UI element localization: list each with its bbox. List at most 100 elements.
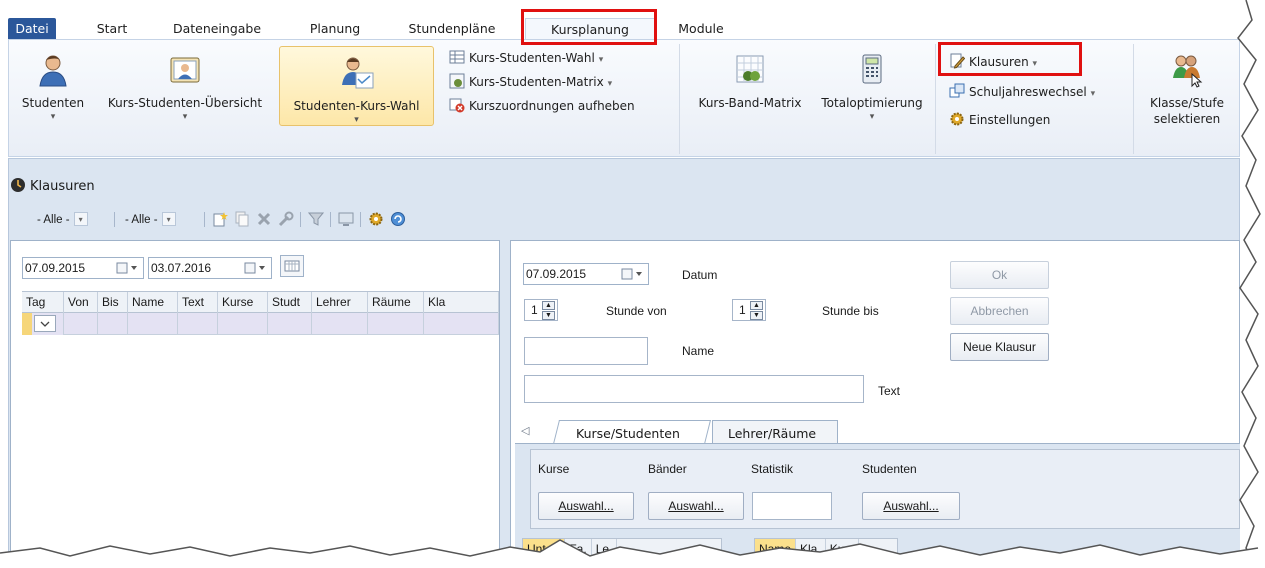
- schuljahreswechsel-label: Schuljahreswechsel: [969, 85, 1087, 99]
- ribbon-separator: [679, 44, 680, 154]
- new-icon[interactable]: [212, 211, 228, 227]
- column-header-text[interactable]: Text: [178, 292, 218, 313]
- grid-cell-tag[interactable]: [22, 313, 64, 335]
- column-header-raeume[interactable]: Räume: [368, 292, 424, 313]
- tab-module[interactable]: Module: [668, 18, 734, 40]
- kurs-band-matrix-button[interactable]: Kurs-Band-Matrix: [689, 44, 811, 128]
- refresh-icon[interactable]: [390, 211, 406, 227]
- baender-auswahl-button[interactable]: Auswahl...: [648, 492, 744, 520]
- calendar-icon: [284, 260, 300, 272]
- klausur-date-field[interactable]: 07.09.2015: [523, 263, 649, 285]
- calculator-icon: [862, 54, 882, 84]
- column-header-kurse[interactable]: Kurse: [218, 292, 268, 313]
- totaloptimierung-button[interactable]: Totaloptimierung ▾: [813, 44, 931, 128]
- filter-combo-2[interactable]: - Alle - ▾: [120, 209, 177, 229]
- grid-cell-kurse[interactable]: [218, 313, 268, 335]
- grid-cell-bis[interactable]: [98, 313, 128, 335]
- column-header-studt[interactable]: Studt: [268, 292, 312, 313]
- grid-cell-raeume[interactable]: [368, 313, 424, 335]
- date-to-field[interactable]: 03.07.2016: [148, 257, 272, 279]
- filter-icon[interactable]: [308, 211, 324, 227]
- chevron-down-icon: ▾: [1090, 89, 1096, 99]
- column-header-tag[interactable]: Tag: [22, 292, 64, 313]
- row-dropdown[interactable]: [34, 315, 56, 332]
- schuljahreswechsel-button[interactable]: Schuljahreswechsel ▾: [949, 82, 1095, 102]
- filter-combo-2-value: - Alle -: [125, 214, 158, 226]
- matrix-icon: [449, 73, 465, 89]
- band-matrix-icon: [736, 55, 764, 83]
- kurszuordnungen-aufheben-button[interactable]: Kurszuordnungen aufheben: [449, 96, 635, 116]
- column-header-le[interactable]: Le.: [592, 539, 618, 559]
- window-title-text: Klausuren: [30, 179, 95, 194]
- date-to-value: 03.07.2016: [151, 261, 212, 275]
- tab-start[interactable]: Start: [92, 18, 132, 40]
- kurs-studenten-uebersicht-button[interactable]: Kurs-Studenten-Übersicht ▾: [93, 44, 277, 128]
- grid-cell-text[interactable]: [178, 313, 218, 335]
- date-from-field[interactable]: 07.09.2015: [22, 257, 144, 279]
- tab-dateneingabe[interactable]: Dateneingabe: [162, 18, 272, 40]
- column-header-lehrer[interactable]: Lehrer: [312, 292, 368, 313]
- abbrechen-button[interactable]: Abbrechen: [950, 297, 1049, 325]
- selektieren-label: selektieren: [1153, 112, 1221, 126]
- tools-icon[interactable]: [278, 211, 294, 227]
- copy-icon[interactable]: [234, 211, 250, 227]
- course-overview-icon: [170, 57, 200, 83]
- stunde-bis-stepper[interactable]: 1 ▲ ▼: [732, 299, 766, 321]
- calendar-dropdown-icon[interactable]: [243, 261, 269, 275]
- einstellungen-button[interactable]: Einstellungen: [949, 110, 1050, 130]
- tab-scroll-left-icon[interactable]: ◁: [521, 424, 529, 437]
- calendar-button[interactable]: [280, 255, 304, 277]
- kurs-studenten-matrix-button[interactable]: Kurs-Studenten-Matrix ▾: [449, 72, 612, 92]
- tab-datei[interactable]: Datei: [8, 18, 56, 40]
- chevron-down-icon: ▾: [50, 112, 56, 122]
- column-header-von[interactable]: Von: [64, 292, 98, 313]
- statistik-field[interactable]: [752, 492, 832, 520]
- studenten-auswahl-button[interactable]: Auswahl...: [862, 492, 960, 520]
- name-field[interactable]: [524, 337, 648, 365]
- ok-button[interactable]: Ok: [950, 261, 1049, 289]
- grid-cell-kla[interactable]: [424, 313, 499, 335]
- column-header-bis[interactable]: Bis: [98, 292, 128, 313]
- klasse-stufe-selektieren-button[interactable]: Klasse/Stufe selektieren: [1139, 44, 1235, 144]
- class-select-icon: [1173, 55, 1203, 88]
- table-row[interactable]: [22, 313, 499, 335]
- column-header-kla[interactable]: Kla: [424, 292, 499, 313]
- grid-cell-name[interactable]: [128, 313, 178, 335]
- column-header-name[interactable]: Name: [755, 539, 797, 559]
- column-header-fa[interactable]: Fa.: [565, 539, 592, 559]
- stunde-von-stepper[interactable]: 1 ▲ ▼: [524, 299, 558, 321]
- column-header-kla[interactable]: Kla.: [796, 539, 826, 559]
- stepper-up-icon[interactable]: ▲: [750, 301, 763, 310]
- column-header-unterr[interactable]: Unterr: [523, 539, 566, 559]
- tab-stundenplaene[interactable]: Stundenpläne: [396, 18, 508, 40]
- tab-planung[interactable]: Planung: [300, 18, 370, 40]
- grid-cell-lehrer[interactable]: [312, 313, 368, 335]
- column-header-kurs[interactable]: Kurs: [826, 539, 860, 559]
- calendar-dropdown-icon[interactable]: [115, 261, 141, 275]
- klausur-date-value: 07.09.2015: [526, 267, 587, 281]
- kurse-auswahl-button[interactable]: Auswahl...: [538, 492, 634, 520]
- calendar-dropdown-icon[interactable]: [620, 267, 646, 281]
- grid-cell-von[interactable]: [64, 313, 98, 335]
- gear-icon[interactable]: [368, 211, 384, 227]
- kurs-studenten-uebersicht-label: Kurs-Studenten-Übersicht: [107, 96, 263, 110]
- kurs-studenten-wahl-button[interactable]: Kurs-Studenten-Wahl ▾: [449, 48, 603, 68]
- grid-cell-studt[interactable]: [268, 313, 312, 335]
- text-field[interactable]: [524, 375, 864, 403]
- delete-icon[interactable]: [256, 211, 272, 227]
- toolbar-separator: [114, 212, 115, 227]
- stepper-down-icon[interactable]: ▼: [542, 311, 555, 320]
- studenten-label: Studenten: [862, 462, 917, 476]
- monitor-icon[interactable]: [338, 211, 354, 227]
- filter-combo-1-value: - Alle -: [37, 214, 70, 226]
- neue-klausur-button[interactable]: Neue Klausur: [950, 333, 1049, 361]
- studenten-kurs-wahl-button[interactable]: Studenten-Kurs-Wahl ▾: [279, 46, 434, 126]
- stepper-up-icon[interactable]: ▲: [542, 301, 555, 310]
- studenten-button[interactable]: Studenten ▾: [13, 44, 93, 128]
- totaloptimierung-label: Totaloptimierung: [821, 96, 923, 110]
- chevron-down-icon: [40, 321, 50, 327]
- column-header-name[interactable]: Name: [128, 292, 178, 313]
- window-title: Klausuren: [10, 176, 95, 198]
- filter-combo-1[interactable]: - Alle - ▾: [32, 209, 89, 229]
- stepper-down-icon[interactable]: ▼: [750, 311, 763, 320]
